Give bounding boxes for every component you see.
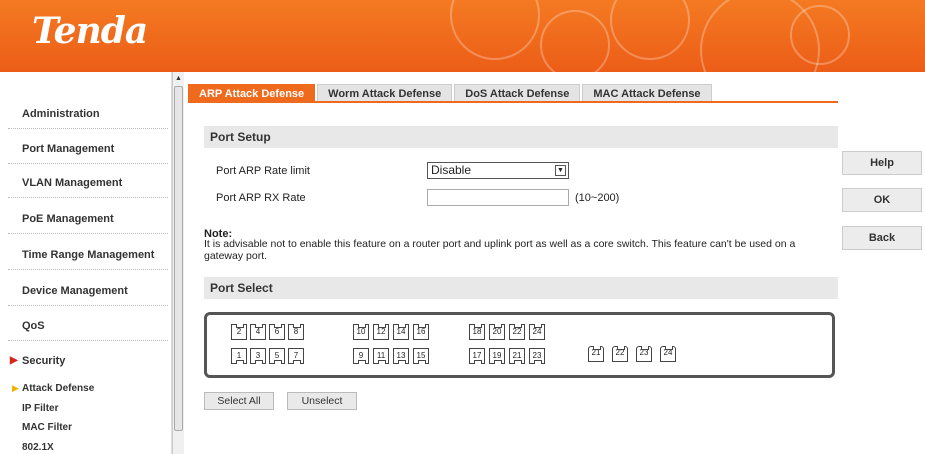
tab-arp-attack-defense[interactable]: ARP Attack Defense xyxy=(188,84,316,102)
selected-arrow-icon: ▶ xyxy=(12,383,19,393)
sidebar-subitem-ip-filter[interactable]: IP Filter xyxy=(22,403,59,414)
sfp-port-22[interactable]: 22 xyxy=(612,346,628,362)
unselect-button[interactable]: Unselect xyxy=(287,392,357,410)
port-16[interactable]: 16 xyxy=(413,324,429,340)
port-panel: 2 4 6 8 10 12 14 16 18 20 22 24 1 3 5 7 … xyxy=(204,312,835,378)
decorative-circle xyxy=(540,10,610,72)
port-select-header: Port Select xyxy=(204,277,838,299)
expanded-arrow-icon: ▶ xyxy=(10,355,18,366)
port-17[interactable]: 17 xyxy=(469,348,485,364)
port-4[interactable]: 4 xyxy=(250,324,266,340)
select-all-button[interactable]: Select All xyxy=(204,392,274,410)
rx-rate-label: Port ARP RX Rate xyxy=(216,192,306,204)
sidebar-subitem-8021x[interactable]: 802.1X xyxy=(22,442,54,453)
port-10[interactable]: 10 xyxy=(353,324,369,340)
sidebar-item-label: Security xyxy=(22,355,66,367)
port-19[interactable]: 19 xyxy=(489,348,505,364)
dropdown-arrow-icon[interactable]: ▼ xyxy=(555,165,566,176)
scroll-up-icon[interactable]: ▲ xyxy=(175,75,182,82)
decorative-circle xyxy=(450,0,540,60)
port-12[interactable]: 12 xyxy=(373,324,389,340)
port-2[interactable]: 2 xyxy=(231,324,247,340)
rate-limit-value: Disable xyxy=(431,163,472,177)
port-3[interactable]: 3 xyxy=(250,348,266,364)
decorative-circle xyxy=(790,5,850,65)
tab-underline xyxy=(188,101,838,103)
note-text: It is advisable not to enable this featu… xyxy=(204,238,796,262)
scrollbar-thumb[interactable] xyxy=(174,86,183,431)
port-24[interactable]: 24 xyxy=(529,324,545,340)
tab-bar: ARP Attack Defense Worm Attack Defense D… xyxy=(188,84,714,102)
sidebar-item-port-management[interactable]: Port Management xyxy=(8,134,168,164)
tenda-logo: Tenda xyxy=(32,10,148,52)
sidebar: Administration Port Management VLAN Mana… xyxy=(0,72,172,454)
sidebar-item-qos[interactable]: QoS xyxy=(8,311,168,341)
rx-rate-range: (10~200) xyxy=(575,192,620,204)
sidebar-item-poe-management[interactable]: PoE Management xyxy=(8,204,168,234)
sidebar-subitem-mac-filter[interactable]: MAC Filter xyxy=(22,422,72,433)
port-21[interactable]: 21 xyxy=(509,348,525,364)
sfp-port-23[interactable]: 23 xyxy=(636,346,652,362)
port-22[interactable]: 22 xyxy=(509,324,525,340)
port-23[interactable]: 23 xyxy=(529,348,545,364)
rate-limit-select[interactable]: Disable ▼ xyxy=(427,162,569,179)
sidebar-item-device-management[interactable]: Device Management xyxy=(8,276,168,306)
sidebar-item-time-range-management[interactable]: Time Range Management xyxy=(8,240,168,270)
help-button[interactable]: Help xyxy=(842,151,922,175)
port-1[interactable]: 1 xyxy=(231,348,247,364)
rx-rate-input[interactable] xyxy=(427,189,569,206)
port-6[interactable]: 6 xyxy=(269,324,285,340)
sfp-port-24[interactable]: 24 xyxy=(660,346,676,362)
rate-limit-label: Port ARP Rate limit xyxy=(216,165,310,177)
port-9[interactable]: 9 xyxy=(353,348,369,364)
port-setup-header: Port Setup xyxy=(204,126,838,148)
port-15[interactable]: 15 xyxy=(413,348,429,364)
tab-worm-attack-defense[interactable]: Worm Attack Defense xyxy=(317,84,453,102)
sfp-port-21[interactable]: 21 xyxy=(588,346,604,362)
sidebar-subitem-attack-defense[interactable]: Attack Defense xyxy=(22,383,94,394)
port-14[interactable]: 14 xyxy=(393,324,409,340)
sidebar-item-security[interactable]: ▶ Security xyxy=(8,346,168,376)
port-13[interactable]: 13 xyxy=(393,348,409,364)
port-20[interactable]: 20 xyxy=(489,324,505,340)
port-5[interactable]: 5 xyxy=(269,348,285,364)
back-button[interactable]: Back xyxy=(842,226,922,250)
port-11[interactable]: 11 xyxy=(373,348,389,364)
tab-mac-attack-defense[interactable]: MAC Attack Defense xyxy=(582,84,712,102)
sidebar-scrollbar[interactable]: ▲ xyxy=(172,72,184,454)
sidebar-item-vlan-management[interactable]: VLAN Management xyxy=(8,168,168,198)
header-banner: Tenda xyxy=(0,0,925,72)
decorative-circle xyxy=(610,0,690,60)
port-7[interactable]: 7 xyxy=(288,348,304,364)
ok-button[interactable]: OK xyxy=(842,188,922,212)
sidebar-item-administration[interactable]: Administration xyxy=(8,99,168,129)
port-18[interactable]: 18 xyxy=(469,324,485,340)
tab-dos-attack-defense[interactable]: DoS Attack Defense xyxy=(454,84,581,102)
port-8[interactable]: 8 xyxy=(288,324,304,340)
